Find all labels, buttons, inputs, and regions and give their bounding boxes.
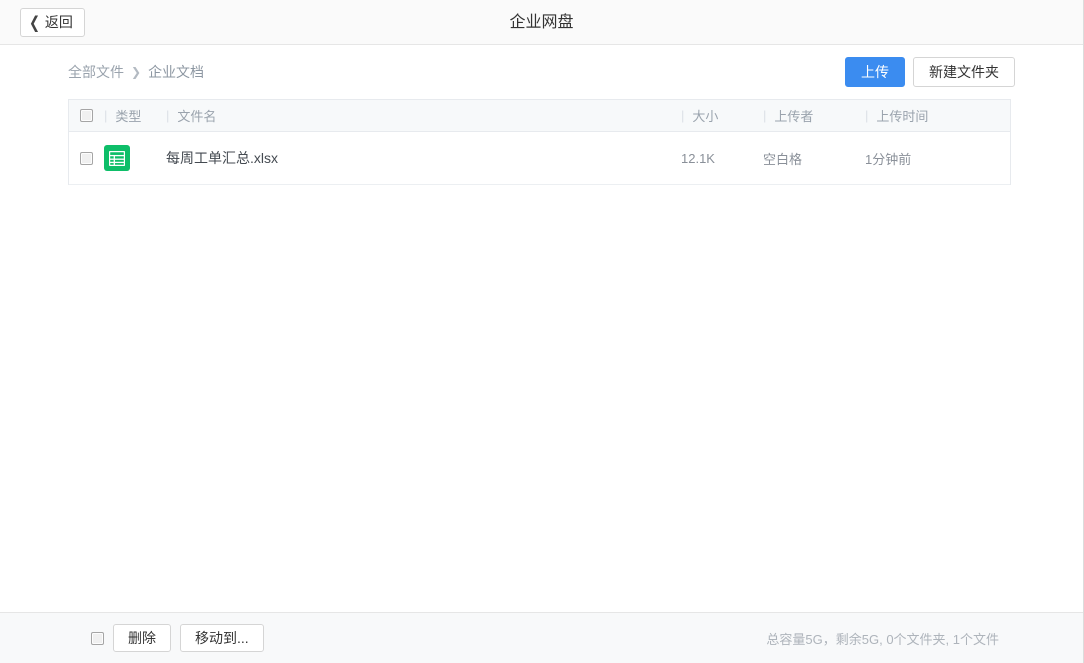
column-header-uploader-label: 上传者	[774, 106, 813, 125]
footer-actions: 删除 移动到...	[91, 624, 264, 652]
footer-select-all-checkbox[interactable]	[91, 632, 104, 645]
column-header-time[interactable]: | 上传时间	[865, 100, 1010, 131]
row-uploader-cell: 空白格	[763, 132, 865, 184]
toolbar-actions: 上传 新建文件夹	[845, 57, 1015, 87]
row-select-checkbox[interactable]	[80, 152, 93, 165]
column-header-uploader[interactable]: | 上传者	[763, 100, 865, 131]
column-header-name[interactable]: | 文件名	[166, 100, 681, 131]
column-divider: |	[763, 108, 766, 123]
spreadsheet-file-icon	[104, 145, 130, 171]
row-time-cell: 1分钟前	[865, 132, 1010, 184]
page-title: 企业网盘	[0, 0, 1083, 45]
content-toolbar: 全部文件 ❯ 企业文档 上传 新建文件夹	[68, 45, 1015, 99]
row-name-cell: 每周工单汇总.xlsx	[166, 132, 681, 184]
file-name-link[interactable]: 每周工单汇总.xlsx	[166, 148, 278, 168]
back-button-label: 返回	[45, 15, 73, 29]
breadcrumb-separator-icon: ❯	[131, 65, 141, 79]
row-select-cell	[69, 132, 104, 184]
table-row[interactable]: 每周工单汇总.xlsx 12.1K 空白格 1分钟前	[69, 132, 1010, 185]
breadcrumb: 全部文件 ❯ 企业文档	[68, 62, 204, 82]
chevron-left-icon: ❮	[29, 14, 40, 30]
column-divider: |	[104, 108, 107, 123]
footer-bar: 删除 移动到... 总容量5G，剩余5G, 0个文件夹, 1个文件	[0, 612, 1083, 663]
new-folder-button[interactable]: 新建文件夹	[913, 57, 1015, 87]
column-divider: |	[166, 108, 169, 123]
column-header-size[interactable]: | 大小	[681, 100, 763, 131]
row-type-cell	[104, 132, 166, 184]
move-to-button[interactable]: 移动到...	[180, 624, 264, 652]
column-divider: |	[681, 108, 684, 123]
table-header-row: | 类型 | 文件名 | 大小 | 上传者 | 上传时间	[69, 100, 1010, 132]
breadcrumb-item-current[interactable]: 企业文档	[148, 62, 204, 82]
column-header-time-label: 上传时间	[876, 106, 928, 125]
window-titlebar: ❮ 返回 企业网盘	[0, 0, 1083, 45]
column-header-type-label: 类型	[115, 106, 141, 125]
breadcrumb-item-all-files[interactable]: 全部文件	[68, 62, 124, 82]
storage-status-text: 总容量5G，剩余5G, 0个文件夹, 1个文件	[766, 629, 999, 648]
back-button[interactable]: ❮ 返回	[20, 8, 85, 37]
main-content: 全部文件 ❯ 企业文档 上传 新建文件夹 | 类型 |	[0, 45, 1083, 612]
column-header-name-label: 文件名	[177, 106, 216, 125]
select-all-cell	[69, 100, 104, 131]
select-all-checkbox[interactable]	[80, 109, 93, 122]
app-window: ❮ 返回 企业网盘 全部文件 ❯ 企业文档 上传 新建文件夹	[0, 0, 1084, 663]
column-header-size-label: 大小	[692, 106, 718, 125]
column-header-type[interactable]: | 类型	[104, 100, 166, 131]
row-size-cell: 12.1K	[681, 132, 763, 184]
column-divider: |	[865, 108, 868, 123]
upload-button[interactable]: 上传	[845, 57, 905, 87]
delete-button[interactable]: 删除	[113, 624, 171, 652]
file-table: | 类型 | 文件名 | 大小 | 上传者 | 上传时间	[68, 99, 1011, 185]
